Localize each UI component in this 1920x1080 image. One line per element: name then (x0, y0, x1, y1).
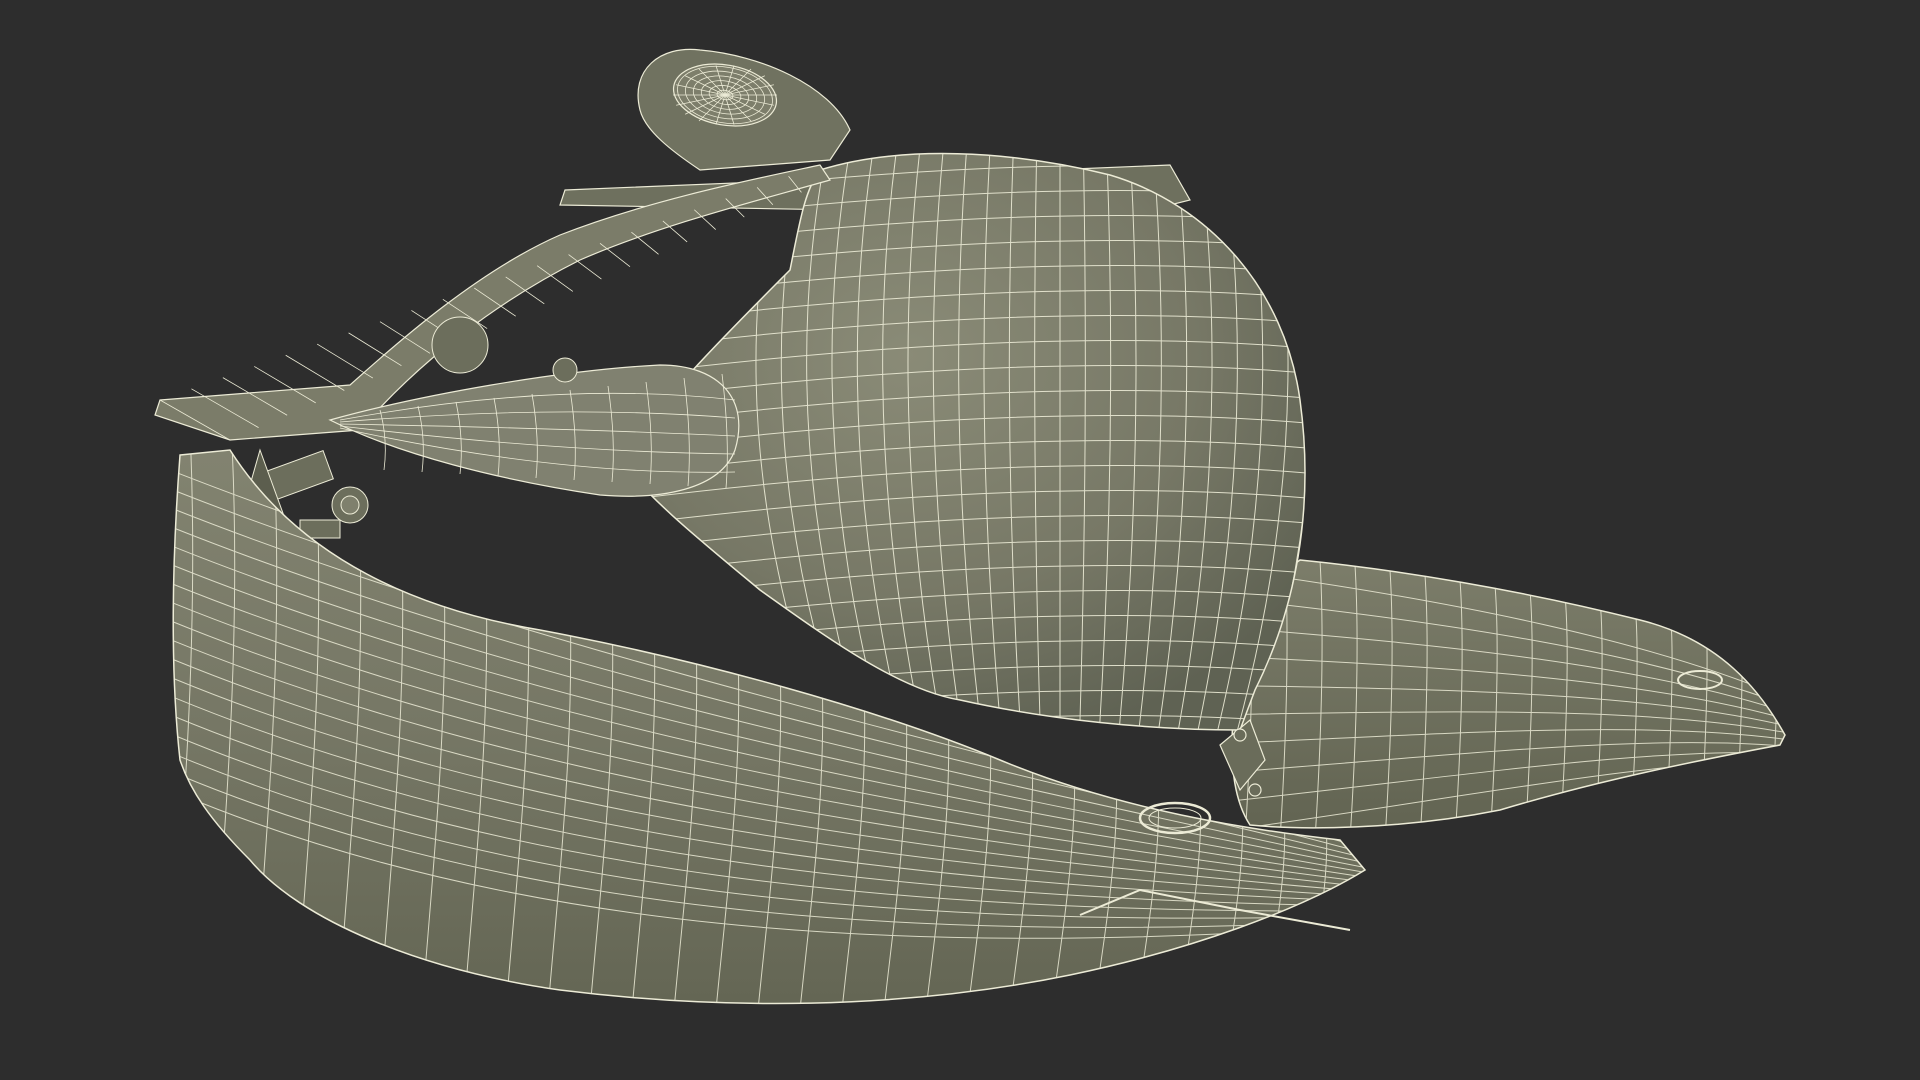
wireframe-render (154, 48, 1786, 1005)
render-viewport (0, 0, 1920, 1080)
right-pontoon (1231, 559, 1786, 829)
antenna-dish (637, 48, 851, 171)
